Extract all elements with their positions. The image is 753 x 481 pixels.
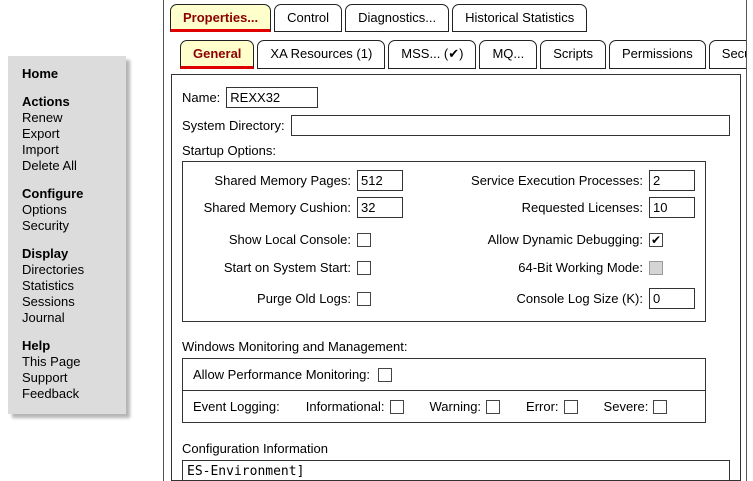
sidebar-item-delete-all[interactable]: Delete All: [22, 158, 120, 174]
sidebar-item-sessions[interactable]: Sessions: [22, 294, 120, 310]
console-log-size-label: Console Log Size (K):: [415, 291, 643, 306]
tab-control[interactable]: Control: [274, 4, 342, 32]
allow-dynamic-debugging-label: Allow Dynamic Debugging:: [415, 232, 643, 247]
shared-memory-pages-label: Shared Memory Pages:: [189, 173, 351, 188]
sidebar-item-this-page[interactable]: This Page: [22, 354, 120, 370]
system-directory-row: System Directory:: [182, 115, 730, 136]
sidebar-item-security[interactable]: Security: [22, 218, 120, 234]
event-logging-row: Event Logging: Informational: Warning: E…: [183, 390, 705, 422]
warning-checkbox[interactable]: [486, 400, 500, 414]
sidebar-item-home[interactable]: Home: [22, 66, 120, 82]
allow-performance-monitoring-checkbox[interactable]: [378, 368, 392, 382]
configuration-information-label: Configuration Information: [182, 441, 730, 456]
secondary-tab-bar: General XA Resources (1) MSS... (✔) MQ..…: [180, 40, 746, 69]
tab-historical-statistics[interactable]: Historical Statistics: [452, 4, 587, 32]
error-checkbox[interactable]: [564, 400, 578, 414]
64-bit-working-mode-label: 64-Bit Working Mode:: [415, 260, 643, 275]
system-directory-label: System Directory:: [182, 118, 285, 133]
name-row: Name:: [182, 87, 730, 108]
purge-old-logs-checkbox[interactable]: [357, 292, 371, 306]
tab-xa-resources[interactable]: XA Resources (1): [257, 40, 385, 69]
informational-checkbox[interactable]: [390, 400, 404, 414]
event-level-informational: Informational:: [306, 399, 404, 414]
sidebar-item-import[interactable]: Import: [22, 142, 120, 158]
event-level-severe: Severe:: [604, 399, 668, 414]
properties-general-panel: Name: System Directory: Startup Options:…: [171, 74, 741, 481]
primary-tab-bar: Properties... Control Diagnostics... His…: [170, 4, 587, 32]
sidebar-item-feedback[interactable]: Feedback: [22, 386, 120, 402]
service-execution-processes-label: Service Execution Processes:: [415, 173, 643, 188]
shared-memory-cushion-input[interactable]: [357, 197, 403, 218]
64-bit-working-mode-checkbox: [649, 261, 663, 275]
sidebar-item-options[interactable]: Options: [22, 202, 120, 218]
windows-monitoring-label: Windows Monitoring and Management:: [182, 339, 730, 354]
tab-permissions[interactable]: Permissions: [609, 40, 706, 69]
startup-input-grid: Shared Memory Pages: Service Execution P…: [189, 170, 699, 218]
requested-licenses-input[interactable]: [649, 197, 695, 218]
sidebar-item-journal[interactable]: Journal: [22, 310, 120, 326]
show-local-console-label: Show Local Console:: [189, 232, 351, 247]
severe-checkbox[interactable]: [653, 400, 667, 414]
sidebar-group-configure: Configure Options Security: [22, 186, 120, 234]
startup-options-group: Shared Memory Pages: Service Execution P…: [182, 161, 706, 322]
console-log-size-input[interactable]: [649, 288, 695, 309]
start-on-system-start-label: Start on System Start:: [189, 260, 351, 275]
tab-mss[interactable]: MSS... (✔): [388, 40, 476, 69]
show-local-console-checkbox[interactable]: [357, 233, 371, 247]
startup-checkbox-grid: Show Local Console: Allow Dynamic Debugg…: [189, 232, 699, 309]
event-level-warning: Warning:: [430, 399, 501, 414]
tab-properties[interactable]: Properties...: [170, 4, 271, 32]
name-label: Name:: [182, 90, 220, 105]
sidebar-heading-help: Help: [22, 338, 120, 354]
sidebar-item-export[interactable]: Export: [22, 126, 120, 142]
monitoring-group: Allow Performance Monitoring: Event Logg…: [182, 358, 706, 423]
sidebar-item-directories[interactable]: Directories: [22, 262, 120, 278]
shared-memory-pages-input[interactable]: [357, 170, 403, 191]
sidebar-group-help: Help This Page Support Feedback: [22, 338, 120, 402]
allow-performance-monitoring-label: Allow Performance Monitoring:: [193, 367, 370, 382]
sidebar-item-support[interactable]: Support: [22, 370, 120, 386]
sidebar-group-actions: Actions Renew Export Import Delete All: [22, 94, 120, 174]
admin-page: Home Actions Renew Export Import Delete …: [0, 0, 753, 481]
allow-dynamic-debugging-checkbox[interactable]: ✔: [649, 233, 663, 247]
event-level-error: Error:: [526, 399, 578, 414]
config-line-1: ES-Environment]: [187, 463, 725, 480]
sidebar-heading-actions: Actions: [22, 94, 120, 110]
sidebar-heading-display: Display: [22, 246, 120, 262]
tab-general[interactable]: General: [180, 40, 254, 69]
service-execution-processes-input[interactable]: [649, 170, 695, 191]
start-on-system-start-checkbox[interactable]: [357, 261, 371, 275]
sidebar-heading-configure: Configure: [22, 186, 120, 202]
sidebar-group-display: Display Directories Statistics Sessions …: [22, 246, 120, 326]
main-panel: Properties... Control Diagnostics... His…: [164, 0, 746, 481]
system-directory-input[interactable]: [291, 115, 730, 136]
performance-monitoring-row: Allow Performance Monitoring:: [183, 359, 705, 390]
informational-label: Informational:: [306, 399, 385, 414]
event-logging-label: Event Logging:: [193, 399, 280, 414]
startup-options-label: Startup Options:: [182, 143, 730, 158]
purge-old-logs-label: Purge Old Logs:: [189, 291, 351, 306]
tab-scripts[interactable]: Scripts: [540, 40, 606, 69]
sidebar: Home Actions Renew Export Import Delete …: [8, 56, 126, 414]
shared-memory-cushion-label: Shared Memory Cushion:: [189, 200, 351, 215]
configuration-information-textarea[interactable]: ES-Environment] MFTRACE_CONFIG=C:\Users\…: [182, 460, 730, 481]
severe-label: Severe:: [604, 399, 649, 414]
sidebar-group-home: Home: [22, 66, 120, 82]
sidebar-item-renew[interactable]: Renew: [22, 110, 120, 126]
frame-divider-right: [746, 0, 747, 481]
name-input[interactable]: [226, 87, 318, 108]
error-label: Error:: [526, 399, 559, 414]
warning-label: Warning:: [430, 399, 482, 414]
tab-diagnostics[interactable]: Diagnostics...: [345, 4, 449, 32]
tab-mq[interactable]: MQ...: [479, 40, 537, 69]
sidebar-item-statistics[interactable]: Statistics: [22, 278, 120, 294]
tab-security[interactable]: Security: [709, 40, 746, 69]
requested-licenses-label: Requested Licenses:: [415, 200, 643, 215]
